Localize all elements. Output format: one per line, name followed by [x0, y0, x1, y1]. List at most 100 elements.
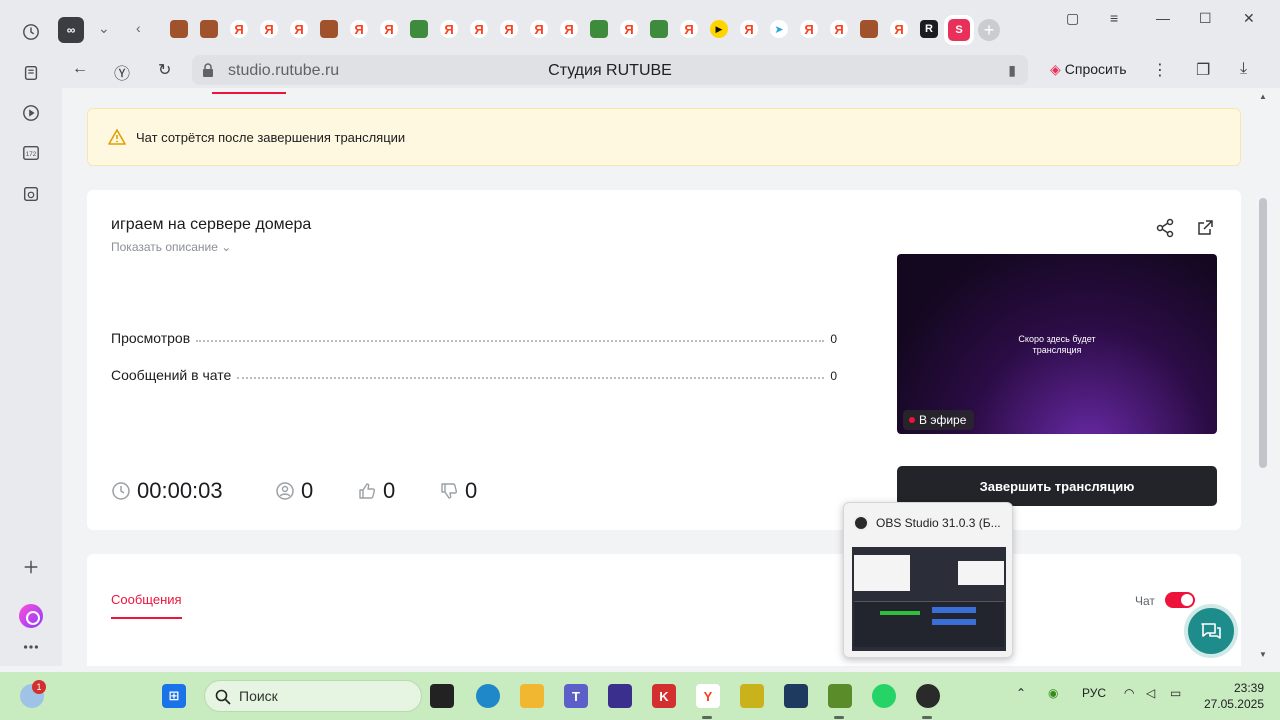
open-external-icon[interactable] [1195, 218, 1215, 238]
end-stream-button[interactable]: Завершить трансляцию [897, 466, 1217, 506]
tab-site-icon[interactable] [410, 20, 428, 38]
scroll-up-icon[interactable]: ▲ [1259, 92, 1267, 101]
tab-yandex-icon[interactable]: Я [290, 20, 308, 38]
downloads-icon[interactable]: ⤓ [1240, 60, 1247, 78]
tab-yandex-icon[interactable]: Я [680, 20, 698, 38]
page-scrollbar[interactable]: ▲ ▼ [1256, 88, 1270, 666]
tab-telegram-icon[interactable]: ➤ [770, 20, 788, 38]
running-indicator [702, 716, 712, 719]
tab-yandex-icon[interactable]: Я [890, 20, 908, 38]
tab-rutube-studio-icon[interactable]: S [948, 19, 970, 41]
tab-yandex-icon[interactable]: Я [560, 20, 578, 38]
obs-thumbnail[interactable] [852, 547, 1006, 651]
tab-group-icon[interactable]: ∞ [58, 17, 84, 43]
thumbs-down-icon [441, 483, 458, 499]
counter-icon[interactable]: 172 [21, 143, 41, 163]
thumbs-up-icon [359, 483, 376, 499]
tab-minecraft-icon[interactable] [170, 20, 188, 38]
tab-minecraft-icon[interactable] [320, 20, 338, 38]
tab-yandex-icon[interactable]: Я [470, 20, 488, 38]
tab-yandex-icon[interactable]: Я [440, 20, 458, 38]
teams-icon[interactable]: T [564, 684, 588, 708]
obs-preview-title: OBS Studio 31.0.3 (Б... [876, 516, 1001, 530]
url-field[interactable]: studio.rutube.ru Студия RUTUBE ▮ [192, 55, 1028, 85]
minecraft-icon[interactable] [828, 684, 852, 708]
obs-window-preview[interactable]: OBS Studio 31.0.3 (Б... [843, 502, 1013, 658]
collections-icon[interactable] [21, 63, 41, 83]
screenshot-icon[interactable] [21, 184, 41, 204]
tab-r-icon[interactable]: R [920, 20, 938, 38]
volume-icon[interactable]: ◁ [1146, 686, 1155, 700]
share-icon[interactable] [1155, 218, 1175, 238]
tab-minecraft-icon[interactable] [200, 20, 218, 38]
minimize-icon[interactable]: — [1156, 10, 1170, 26]
tab-yandex-icon[interactable]: Я [830, 20, 848, 38]
menu-icon[interactable]: ≡ [1110, 10, 1118, 26]
tab-site-icon[interactable] [650, 20, 668, 38]
alice-assistant-icon[interactable] [19, 604, 43, 628]
show-description-toggle[interactable]: Показать описание ⌄ [111, 240, 231, 254]
shield-app-icon[interactable] [784, 684, 808, 708]
notification-badge: 1 [32, 680, 46, 694]
tab-manager-icon[interactable]: ▢ [1066, 10, 1079, 27]
tab-yandex-icon[interactable]: Я [230, 20, 248, 38]
tab-list-chevron-icon[interactable]: ⌄ [98, 20, 110, 37]
tabs-back-icon[interactable]: ‹ [136, 20, 141, 36]
stream-preview-player[interactable]: Скоро здесь будет трансляция В эфире [897, 254, 1217, 434]
scroll-down-icon[interactable]: ▼ [1259, 650, 1267, 659]
tab-site-icon[interactable] [860, 20, 878, 38]
start-icon[interactable]: ⊞ [162, 684, 186, 708]
game-app-icon[interactable] [608, 684, 632, 708]
yandex-browser-icon[interactable]: Y [696, 684, 720, 708]
support-chat-button[interactable] [1184, 604, 1238, 658]
tab-minecraft-block-icon[interactable] [590, 20, 608, 38]
scrollbar-thumb[interactable] [1259, 198, 1267, 468]
tab-yandex-icon[interactable]: Я [380, 20, 398, 38]
kaspersky-icon[interactable]: K [652, 684, 676, 708]
ask-button[interactable]: ◈ Спросить [1050, 61, 1127, 78]
close-icon[interactable]: ✕ [1243, 10, 1255, 27]
system-clock[interactable]: 23:39 27.05.2025 [1200, 680, 1264, 712]
taskbar-search[interactable]: Поиск [204, 680, 422, 712]
stream-viewers: 0 [275, 478, 313, 504]
video-icon[interactable] [21, 103, 41, 123]
tab-yandex-icon[interactable]: Я [500, 20, 518, 38]
maximize-icon[interactable]: ☐ [1199, 10, 1212, 27]
obs-icon [853, 515, 869, 531]
tab-yandex-icon[interactable]: Я [260, 20, 278, 38]
obs-taskbar-icon[interactable] [916, 684, 940, 708]
chevron-down-icon: ⌄ [221, 240, 232, 254]
tab-yandex-icon[interactable]: Я [530, 20, 548, 38]
kebab-menu-icon[interactable]: ⋮ [1152, 60, 1168, 80]
history-icon[interactable] [21, 22, 41, 42]
add-panel-icon[interactable] [21, 557, 41, 577]
live-badge: В эфире [903, 410, 975, 430]
collections-icon[interactable]: ❐ [1196, 60, 1210, 80]
tab-yandex-icon[interactable]: Я [740, 20, 758, 38]
new-tab-button[interactable]: + [978, 19, 1000, 41]
tray-app-icon[interactable]: ◉ [1048, 686, 1058, 700]
file-explorer-icon[interactable] [520, 684, 544, 708]
bookmark-icon[interactable]: ▮ [1008, 62, 1016, 79]
wifi-icon[interactable]: ◠ [1124, 686, 1134, 700]
tab-play-icon[interactable]: ▶ [710, 20, 728, 38]
reload-icon[interactable]: ↻ [158, 60, 171, 80]
dotted-leader [237, 377, 825, 379]
app-icon[interactable] [740, 684, 764, 708]
yandex-home-icon[interactable]: Ⓨ [114, 60, 130, 84]
tab-yandex-icon[interactable]: Я [350, 20, 368, 38]
tab-messages[interactable]: Сообщения [111, 592, 182, 619]
more-icon[interactable] [21, 637, 41, 657]
edge-icon[interactable] [476, 684, 500, 708]
tab-yandex-icon[interactable]: Я [620, 20, 638, 38]
task-view-icon[interactable] [430, 684, 454, 708]
tray-overflow-icon[interactable]: ⌃ [1016, 686, 1026, 700]
whatsapp-icon[interactable] [872, 684, 896, 708]
chat-toggle[interactable] [1165, 592, 1195, 608]
stream-likes: 0 [357, 478, 395, 504]
tab-yandex-icon[interactable]: Я [800, 20, 818, 38]
battery-icon[interactable]: ▭ [1170, 686, 1181, 700]
back-icon[interactable]: ← [72, 60, 88, 78]
running-indicator [834, 716, 844, 719]
language-indicator[interactable]: РУС [1082, 686, 1106, 700]
